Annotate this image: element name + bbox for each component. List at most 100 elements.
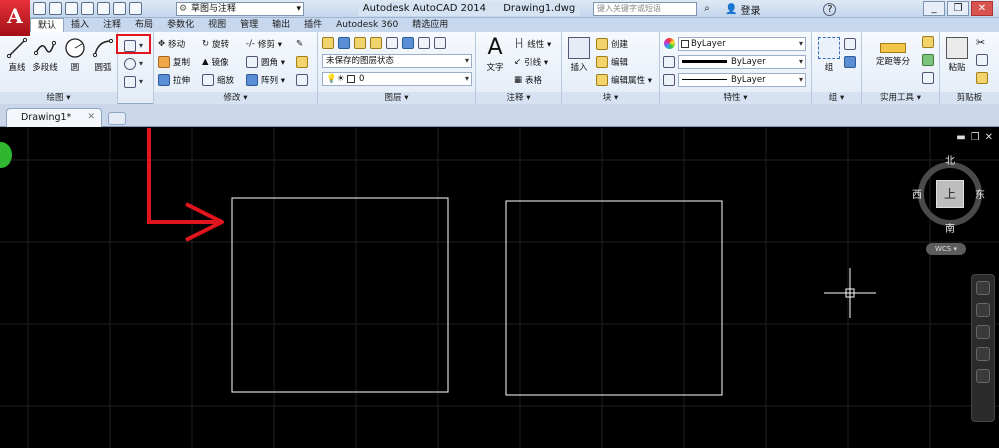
explode-button[interactable] — [296, 54, 308, 69]
new-file-icon[interactable] — [33, 2, 46, 15]
layer-icon[interactable] — [434, 36, 446, 49]
compass-south[interactable]: 南 — [945, 220, 955, 235]
group-button[interactable]: 组 — [814, 35, 844, 87]
color-dropdown[interactable]: ByLayer — [678, 37, 806, 51]
id-point-icon[interactable] — [922, 54, 934, 66]
tab-9[interactable]: Autodesk 360 — [329, 18, 405, 32]
create-block-button[interactable]: 创建 — [596, 36, 628, 51]
save-icon[interactable] — [65, 2, 78, 15]
erase-button[interactable]: ✎ — [296, 36, 303, 51]
linear-dimension-button[interactable]: ├┤ 线性 ▾ — [514, 36, 551, 51]
orbit-icon[interactable] — [976, 347, 990, 361]
modify-panel-title[interactable]: 修改 ▾ — [154, 92, 317, 104]
tab-7[interactable]: 输出 — [265, 18, 297, 32]
drawing-tab[interactable]: Drawing1* ✕ — [6, 108, 102, 127]
stretch-button[interactable]: 拉伸 — [158, 72, 190, 87]
tab-5[interactable]: 视图 — [201, 18, 233, 32]
tab-1[interactable]: 插入 — [64, 18, 96, 32]
open-file-icon[interactable] — [49, 2, 62, 15]
measure-button[interactable]: 定距等分 — [868, 35, 918, 87]
workspace-dropdown[interactable]: 草图与注释 — [176, 2, 304, 16]
help-button[interactable]: ? — [823, 2, 837, 16]
group-edit-icon[interactable] — [844, 56, 856, 68]
select-all-icon[interactable] — [922, 72, 934, 84]
layer-icon[interactable] — [354, 36, 366, 49]
paste-button[interactable]: 粘贴 — [942, 35, 972, 87]
color-wheel-icon[interactable] — [664, 38, 675, 49]
zoom-icon[interactable] — [976, 325, 990, 339]
ellipse-button[interactable]: ▾ — [124, 56, 143, 71]
trim-button[interactable]: -/- 修剪 ▾ — [246, 36, 282, 51]
wcs-dropdown[interactable]: WCS ▾ — [926, 243, 966, 255]
groups-panel-title[interactable]: 组 ▾ — [812, 92, 861, 104]
restore-icon[interactable]: ❐ — [947, 1, 969, 16]
block-panel-title[interactable]: 块 ▾ — [562, 92, 659, 104]
utilities-panel-title[interactable]: 实用工具 ▾ — [862, 92, 939, 104]
polyline-button[interactable]: 多段线 — [30, 35, 60, 87]
steering-wheel-icon[interactable] — [976, 281, 990, 295]
tab-0[interactable]: 默认 — [30, 18, 65, 32]
minimize-icon[interactable]: _ — [923, 1, 945, 16]
copy-button[interactable]: 复制 — [158, 54, 190, 69]
rectangle-right[interactable] — [505, 200, 723, 396]
clipboard-panel-title[interactable]: 剪贴板 — [940, 92, 999, 104]
table-button[interactable]: ▦ 表格 — [514, 72, 542, 87]
tab-8[interactable]: 插件 — [297, 18, 329, 32]
undo-icon[interactable] — [113, 2, 126, 15]
layer-icon[interactable] — [386, 36, 398, 49]
compass-west[interactable]: 西 — [912, 186, 922, 201]
tab-3[interactable]: 布局 — [128, 18, 160, 32]
tab-10[interactable]: 精选应用 — [405, 18, 455, 32]
rectangle-left[interactable] — [231, 197, 449, 393]
leader-button[interactable]: ↙ 引线 ▾ — [514, 54, 548, 69]
move-button[interactable]: ✥ 移动 — [158, 36, 185, 51]
new-drawing-tab-button[interactable] — [108, 112, 126, 125]
search-input[interactable]: 键入关键字或短语 — [593, 2, 697, 16]
compass-north[interactable]: 北 — [945, 152, 955, 167]
layer-icon[interactable] — [402, 36, 414, 49]
restore-viewport-icon[interactable]: ❐ — [971, 132, 980, 143]
tab-2[interactable]: 注释 — [96, 18, 128, 32]
save-as-icon[interactable] — [81, 2, 94, 15]
circle-button[interactable]: 圆 — [60, 35, 90, 87]
match-properties-icon[interactable] — [663, 56, 675, 68]
tab-4[interactable]: 参数化 — [160, 18, 201, 32]
match-icon[interactable] — [976, 72, 988, 84]
layer-icon[interactable] — [370, 36, 382, 49]
fillet-button[interactable]: 圆角 ▾ — [246, 54, 285, 69]
layer-dropdown[interactable]: 💡 ☀ 0 — [322, 72, 472, 86]
binoculars-icon[interactable]: ⌕ — [700, 2, 714, 16]
drawing-canvas[interactable]: ▬ ❐ ✕ 上 北 南 东 西 WCS ▾ — [0, 128, 999, 448]
quick-calc-icon[interactable] — [922, 36, 934, 48]
layers-panel-title[interactable]: 图层 ▾ — [318, 92, 475, 104]
linetype-dropdown[interactable]: ByLayer — [678, 73, 806, 87]
lineweight-dropdown[interactable]: ByLayer — [678, 55, 806, 69]
viewcube-face-top[interactable]: 上 — [936, 180, 964, 208]
redo-icon[interactable] — [129, 2, 142, 15]
list-icon[interactable] — [663, 74, 675, 86]
offset-button[interactable] — [296, 72, 308, 87]
tab-6[interactable]: 管理 — [233, 18, 265, 32]
properties-panel-title[interactable]: 特性 ▾ — [660, 92, 811, 104]
print-icon[interactable] — [97, 2, 110, 15]
layer-icon[interactable] — [338, 36, 350, 49]
edit-attributes-button[interactable]: 编辑属性 ▾ — [596, 72, 652, 87]
array-button[interactable]: 阵列 ▾ — [246, 72, 285, 87]
close-tab-icon[interactable]: ✕ — [87, 109, 95, 126]
minimize-viewport-icon[interactable]: ▬ — [956, 132, 965, 143]
arc-button[interactable]: 圆弧 — [88, 35, 118, 87]
layer-icon[interactable] — [418, 36, 430, 49]
layer-properties-icon[interactable] — [322, 36, 334, 49]
sign-in-button[interactable]: 👤 登录 ? — [725, 1, 837, 17]
ungroup-icon[interactable] — [844, 38, 856, 50]
layer-state-dropdown[interactable]: 未保存的图层状态 — [322, 54, 472, 68]
hatch-button[interactable]: ▾ — [124, 74, 143, 89]
line-button[interactable]: 直线 — [2, 35, 32, 87]
insert-block-button[interactable]: 插入 — [564, 35, 594, 87]
edit-block-button[interactable]: 编辑 — [596, 54, 628, 69]
cut-icon[interactable]: ✂ — [976, 36, 985, 49]
application-menu-button[interactable]: A — [0, 0, 30, 36]
mirror-button[interactable]: ▲ 镜像 — [202, 54, 229, 69]
viewcube[interactable]: 上 北 南 东 西 — [912, 156, 988, 235]
pan-icon[interactable] — [976, 303, 990, 317]
